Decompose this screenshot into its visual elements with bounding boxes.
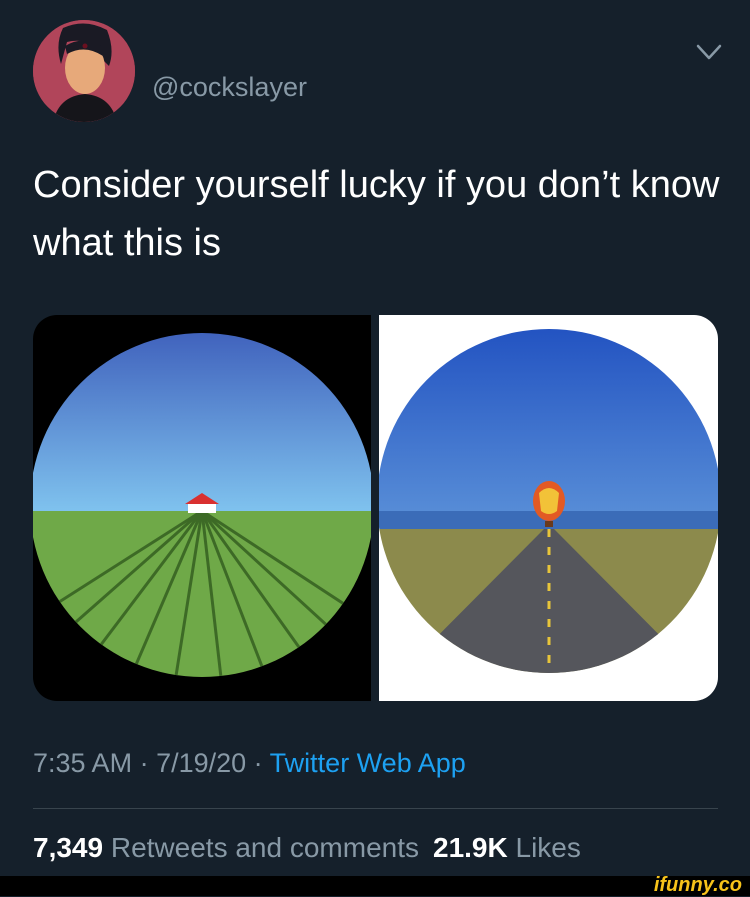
tweet-stats: 7,349 Retweets and comments 21.9K Likes	[33, 832, 581, 864]
meta-separator: ·	[246, 748, 270, 778]
retweets-label: Retweets and comments	[110, 832, 419, 863]
media-image-road[interactable]	[379, 315, 718, 701]
user-handle[interactable]: @cockslayer	[152, 72, 307, 103]
avatar[interactable]	[33, 20, 135, 122]
chevron-down-icon[interactable]	[694, 40, 724, 64]
meta-separator: ·	[132, 748, 157, 778]
media-image-field[interactable]	[33, 315, 374, 701]
watermark-bar: ifunny.co	[0, 874, 750, 896]
ifunny-watermark: ifunny.co	[653, 874, 742, 896]
divider	[33, 808, 718, 809]
tweet-media[interactable]	[33, 315, 718, 701]
tweet-source-link[interactable]: Twitter Web App	[270, 748, 466, 778]
likes-label: Likes	[515, 832, 581, 863]
likes-count: 21.9K	[433, 832, 508, 863]
tweet-meta: 7:35 AM · 7/19/20 · Twitter Web App	[33, 748, 466, 779]
likes-stat[interactable]: 21.9K Likes	[433, 832, 581, 863]
retweets-count: 7,349	[33, 832, 104, 863]
tweet-time[interactable]: 7:35 AM	[33, 748, 132, 778]
tweet-date[interactable]: 7/19/20	[156, 748, 246, 778]
retweets-stat[interactable]: 7,349 Retweets and comments	[33, 832, 419, 863]
tweet-text: Consider yourself lucky if you don’t kno…	[33, 164, 720, 264]
